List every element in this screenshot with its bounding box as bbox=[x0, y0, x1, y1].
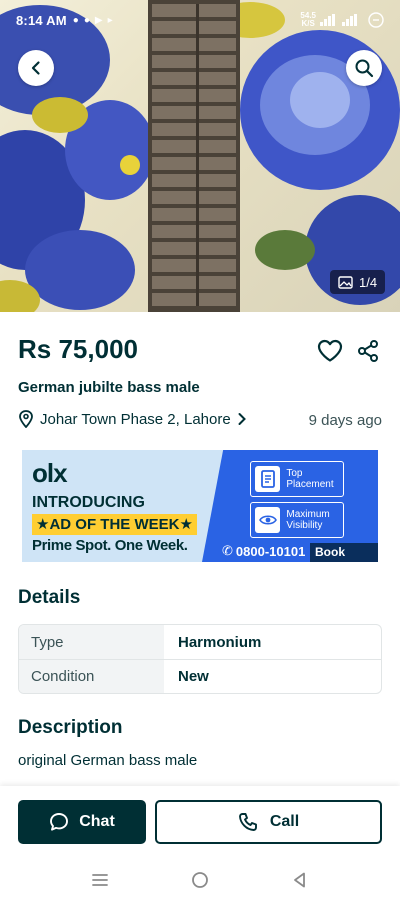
banner-ad-of-the-week: ★AD OF THE WEEK★ bbox=[32, 514, 197, 535]
banner-phone-number: 0800-10101 bbox=[235, 543, 306, 559]
feature-top-placement-label: Top Placement bbox=[286, 468, 334, 490]
banner-intro: INTRODUCING bbox=[32, 494, 145, 511]
details-value: New bbox=[178, 668, 209, 685]
description-heading: Description bbox=[18, 717, 123, 738]
notification-extra-icon: ▸ bbox=[107, 14, 113, 26]
search-icon bbox=[355, 59, 374, 78]
home-button[interactable] bbox=[188, 868, 212, 892]
location-pin-icon bbox=[19, 410, 33, 428]
action-bar: Chat Call bbox=[0, 786, 400, 856]
details-key: Type bbox=[19, 625, 164, 659]
banner-prime-spot: Prime Spot. One Week. bbox=[32, 537, 188, 554]
harmonium-photo-art bbox=[0, 0, 400, 312]
menu-icon bbox=[92, 874, 108, 886]
details-row: Condition New bbox=[19, 659, 381, 693]
status-bar: 8:14 AM ● ● ▶ ▸ 54.5 K/S bbox=[0, 0, 400, 40]
youtube-icon: ▶ bbox=[94, 14, 103, 26]
eye-icon bbox=[255, 507, 281, 533]
ad-of-the-week-banner[interactable]: olx INTRODUCING ★AD OF THE WEEK★ Prime S… bbox=[22, 450, 378, 562]
listing-title: German jubilte bass male bbox=[18, 379, 200, 396]
net-speed-unit: K/S bbox=[301, 19, 315, 28]
location-link[interactable]: Johar Town Phase 2, Lahore bbox=[18, 410, 247, 428]
image-counter-badge: 1/4 bbox=[330, 270, 386, 294]
phone-icon bbox=[238, 813, 257, 831]
banner-feature-top-placement: Top Placement bbox=[250, 461, 344, 497]
image-counter: 1/4 bbox=[359, 274, 378, 290]
notification-bell-icon: ● bbox=[72, 14, 79, 26]
posted-time: 9 days ago bbox=[308, 412, 382, 429]
back-button[interactable] bbox=[18, 50, 54, 86]
banner-phone: ✆ 0800-10101 bbox=[222, 543, 305, 559]
book-now-button[interactable]: Book Now bbox=[310, 543, 378, 562]
details-key: Condition bbox=[19, 660, 164, 693]
status-time: 8:14 AM bbox=[16, 12, 67, 28]
net-speed: 54.5 K/S bbox=[300, 12, 316, 28]
phone-icon: ✆ bbox=[222, 543, 233, 558]
status-indicators: 54.5 K/S bbox=[300, 12, 384, 28]
home-circle-icon bbox=[192, 872, 208, 888]
share-button[interactable] bbox=[354, 337, 382, 365]
olx-logo: olx bbox=[32, 458, 68, 488]
call-label: Call bbox=[269, 813, 300, 830]
battery-icon bbox=[368, 12, 384, 28]
notification-icons: ● ● ▶ ▸ bbox=[73, 15, 113, 26]
chat-label: Chat bbox=[79, 813, 115, 830]
listing-photo[interactable]: 8:14 AM ● ● ▶ ▸ 54.5 K/S 1/4 bbox=[0, 0, 400, 312]
top-placement-icon bbox=[255, 466, 281, 492]
location-text: Johar Town Phase 2, Lahore bbox=[40, 410, 231, 428]
favorite-button[interactable] bbox=[316, 337, 344, 365]
chat-bubble-icon bbox=[50, 813, 69, 831]
heart-icon bbox=[317, 339, 343, 362]
recent-apps-button[interactable] bbox=[88, 868, 112, 892]
share-icon bbox=[358, 340, 378, 362]
listing-price: Rs 75,000 bbox=[18, 334, 138, 364]
details-table: Type Harmonium Condition New bbox=[18, 624, 382, 694]
call-button[interactable]: Call bbox=[155, 800, 382, 844]
details-heading: Details bbox=[18, 587, 81, 608]
gallery-icon bbox=[338, 275, 353, 289]
system-back-button[interactable] bbox=[288, 868, 312, 892]
details-row: Type Harmonium bbox=[19, 625, 381, 659]
chevron-right-icon bbox=[238, 413, 246, 425]
chevron-left-icon bbox=[31, 61, 40, 75]
system-navigation-bar bbox=[0, 856, 400, 902]
search-button[interactable] bbox=[346, 50, 382, 86]
description-text: original German bass male bbox=[18, 752, 198, 769]
feature-max-visibility-label: Maximum Visibility bbox=[286, 509, 330, 531]
signal-icon bbox=[320, 14, 357, 26]
chat-button[interactable]: Chat bbox=[18, 800, 146, 844]
notification-app-icon: ● bbox=[83, 14, 90, 26]
banner-feature-max-visibility: Maximum Visibility bbox=[250, 502, 344, 538]
back-triangle-icon bbox=[294, 872, 305, 888]
details-value: Harmonium bbox=[178, 633, 262, 651]
